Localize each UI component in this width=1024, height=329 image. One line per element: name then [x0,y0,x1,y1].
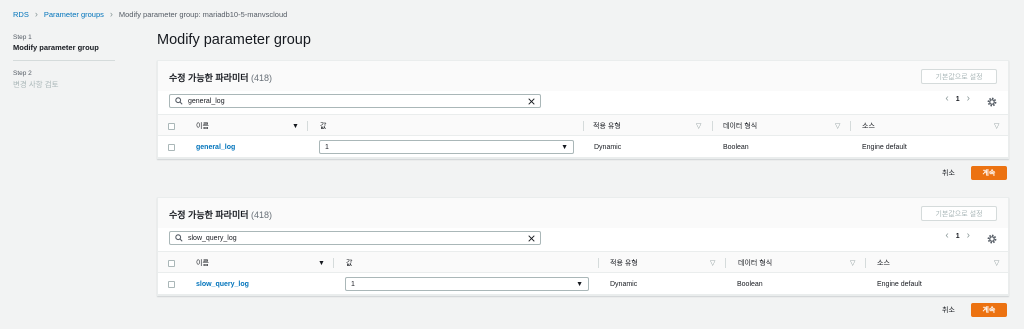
page-title: Modify parameter group [157,32,311,48]
gear-icon[interactable] [986,232,998,244]
filter-caret-icon[interactable]: ▽ [994,115,999,137]
panel-footer: 취소 계속 [942,166,1007,180]
panel-header: 수정 가능한 파라미터 (418) 기본값으로 설정 [158,61,1008,91]
parameter-name-link[interactable]: general_log [196,136,235,158]
select-all-checkbox[interactable] [168,115,175,137]
filter-caret-icon[interactable]: ▽ [850,252,855,274]
source-value: Engine default [877,280,922,288]
column-header-name[interactable]: 이름 [196,115,209,137]
page-number[interactable]: 1 [956,96,960,103]
caret-down-icon: ▼ [576,280,583,288]
column-header-source[interactable]: 소스 [877,252,890,274]
panel-title-text: 수정 가능한 파라미터 [169,73,249,83]
wizard-steps: Step 1 Modify parameter group Step 2 변경 … [13,34,115,98]
step-title: 변경 사항 검토 [13,80,59,89]
value-select[interactable]: 1 ▼ [319,140,574,154]
column-header-source[interactable]: 소스 [862,115,875,137]
breadcrumb: RDS › Parameter groups › Modify paramete… [13,9,288,20]
step-title: Modify parameter group [13,43,99,52]
cancel-button[interactable]: 취소 [942,168,955,178]
chevron-right-icon[interactable]: › [967,231,970,241]
apply-type-value: Dynamic [610,280,638,288]
chevron-right-icon: › [109,9,113,19]
data-type-value: Boolean [737,280,763,288]
caret-down-icon: ▼ [561,143,568,151]
table-header: 이름 ▼ 값 적용 유형 ▽ 데이터 형식 ▽ 소스 ▽ [158,251,1008,273]
sort-down-icon[interactable]: ▼ [318,252,325,274]
close-icon[interactable] [525,95,537,107]
sort-down-icon[interactable]: ▼ [292,115,299,137]
search-input[interactable]: slow_query_log [169,231,541,245]
value-selected: 1 [351,280,355,288]
step-2: Step 2 변경 사항 검토 [13,60,115,98]
step-1: Step 1 Modify parameter group [13,34,115,60]
search-value: general_log [188,97,225,105]
value-cell: 1 ▼ [319,136,574,158]
source-value: Engine default [862,143,907,151]
pagination: ‹ 1 › [945,94,970,104]
pagination: ‹ 1 › [945,231,970,241]
breadcrumb-current: Modify parameter group: mariadb10-5-manv… [118,10,288,19]
cancel-button[interactable]: 취소 [942,305,955,315]
table-header: 이름 ▼ 값 적용 유형 ▽ 데이터 형식 ▽ 소스 ▽ [158,114,1008,136]
chevron-right-icon: › [34,9,38,19]
gear-icon[interactable] [986,95,998,107]
apply-type-value: Dynamic [594,143,622,151]
panel-footer: 취소 계속 [942,303,1007,317]
parameters-table: 이름 ▼ 값 적용 유형 ▽ 데이터 형식 ▽ 소스 ▽ general_log… [158,114,1008,158]
table-toolbar: slow_query_log ‹ 1 › [158,228,1008,251]
step-number: Step 2 [13,70,32,77]
filter-caret-icon[interactable]: ▽ [994,252,999,274]
step-number: Step 1 [13,34,32,41]
value-cell: 1 ▼ [345,273,589,295]
chevron-left-icon[interactable]: ‹ [945,231,948,241]
parameters-panel-general-log: 수정 가능한 파라미터 (418) 기본값으로 설정 general_log ‹… [157,60,1009,159]
search-input[interactable]: general_log [169,94,541,108]
panel-title-text: 수정 가능한 파라미터 [169,210,249,220]
column-header-value[interactable]: 값 [346,252,352,274]
value-select[interactable]: 1 ▼ [345,277,589,291]
parameters-table: 이름 ▼ 값 적용 유형 ▽ 데이터 형식 ▽ 소스 ▽ slow_query_… [158,251,1008,295]
column-header-data-type[interactable]: 데이터 형식 [723,115,757,137]
panel-title: 수정 가능한 파라미터 (418) [169,71,272,84]
chevron-right-icon[interactable]: › [967,94,970,104]
filter-caret-icon[interactable]: ▽ [710,252,715,274]
row-checkbox[interactable] [168,136,175,158]
search-value: slow_query_log [188,234,237,242]
column-header-apply-type[interactable]: 적용 유형 [593,115,621,137]
value-selected: 1 [325,143,329,151]
page-number[interactable]: 1 [956,233,960,240]
search-icon [173,232,185,244]
parameter-name-link[interactable]: slow_query_log [196,273,249,295]
chevron-left-icon[interactable]: ‹ [945,94,948,104]
select-all-checkbox[interactable] [168,252,175,274]
parameter-count: (418) [251,73,273,83]
panel-title: 수정 가능한 파라미터 (418) [169,208,272,221]
reset-to-default-button[interactable]: 기본값으로 설정 [921,206,997,221]
table-row: general_log 1 ▼ Dynamic Boolean Engine d… [158,136,1008,158]
filter-caret-icon[interactable]: ▽ [835,115,840,137]
search-icon [173,95,185,107]
table-row: slow_query_log 1 ▼ Dynamic Boolean Engin… [158,273,1008,295]
data-type-value: Boolean [723,143,749,151]
row-checkbox[interactable] [168,273,175,295]
breadcrumb-link-parameter-groups[interactable]: Parameter groups [44,10,104,19]
column-header-name[interactable]: 이름 [196,252,209,274]
reset-to-default-button[interactable]: 기본값으로 설정 [921,69,997,84]
column-header-data-type[interactable]: 데이터 형식 [738,252,772,274]
parameter-count: (418) [251,210,273,220]
parameters-panel-slow-query-log: 수정 가능한 파라미터 (418) 기본값으로 설정 slow_query_lo… [157,197,1009,296]
close-icon[interactable] [525,232,537,244]
continue-button[interactable]: 계속 [970,166,1007,180]
panel-header: 수정 가능한 파라미터 (418) 기본값으로 설정 [158,198,1008,228]
filter-caret-icon[interactable]: ▽ [696,115,701,137]
table-toolbar: general_log ‹ 1 › [158,91,1008,114]
breadcrumb-link-rds[interactable]: RDS [13,10,29,19]
continue-button[interactable]: 계속 [970,303,1007,317]
column-header-value[interactable]: 값 [320,115,326,137]
column-header-apply-type[interactable]: 적용 유형 [610,252,638,274]
